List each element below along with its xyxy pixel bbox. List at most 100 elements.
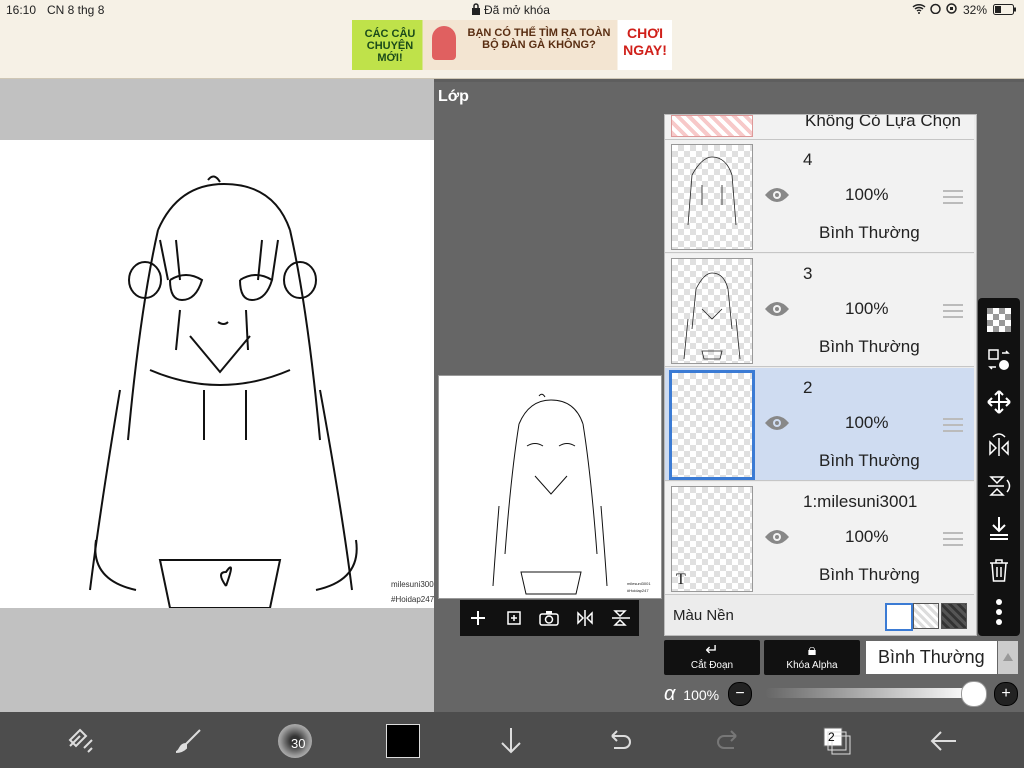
blend-mode-select[interactable]: Bình Thường [866, 641, 997, 674]
trash-icon[interactable] [985, 556, 1013, 584]
orientation-lock-icon [946, 3, 957, 17]
selection-layer-label: Không Có Lựa Chọn [805, 115, 961, 130]
convert-layer-icon[interactable] [985, 346, 1013, 374]
alpha-decrease-button[interactable]: − [728, 682, 752, 706]
watermark-tag: #Hoidap247 [391, 595, 435, 604]
lock-status-text: Đã mở khóa [484, 3, 550, 17]
blend-mode-dropdown-icon[interactable] [998, 641, 1018, 674]
merge-down-icon[interactable] [985, 514, 1013, 542]
layer-blend-mode: Bình Thường [819, 337, 920, 356]
layer-row-4[interactable]: 4 100% Bình Thường [665, 140, 974, 253]
chicken-icon [432, 26, 456, 60]
layer-row-selection[interactable]: Không Có Lựa Chọn [665, 115, 974, 140]
alpha-lock-button[interactable]: 🔒︎ Khóa Alpha [764, 640, 860, 675]
layer-thumbnail [669, 370, 755, 480]
visibility-eye-icon[interactable] [763, 413, 791, 433]
layer-opacity: 100% [845, 413, 889, 432]
lock-icon [471, 3, 481, 18]
bg-swatch-transparent[interactable] [913, 603, 939, 629]
more-options-icon[interactable] [985, 598, 1013, 626]
layer-count: 2 [828, 730, 835, 744]
layer-name: 2 [803, 378, 813, 397]
undo-icon[interactable] [602, 724, 636, 758]
alpha-symbol: α [664, 683, 676, 705]
transparency-icon[interactable] [985, 306, 1013, 334]
layer-blend-mode: Bình Thường [819, 223, 920, 242]
preview-drawing [492, 393, 608, 595]
alpha-lock-label: Khóa Alpha [786, 660, 838, 671]
ad-left-text: CÁC CÂU CHUYỆN MỚI! [364, 28, 416, 64]
layer-blend-mode: Bình Thường [819, 565, 920, 584]
color-swatch[interactable] [386, 724, 420, 758]
add-layer-copy-icon[interactable] [501, 605, 527, 631]
ad-banner[interactable]: CÁC CÂU CHUYỆN MỚI! BẠN CÓ THỂ TÌM RA TO… [352, 20, 672, 70]
alpha-increase-button[interactable]: + [994, 682, 1018, 706]
drag-handle-icon[interactable] [943, 532, 963, 550]
back-icon[interactable] [926, 724, 960, 758]
layer-name: 4 [803, 150, 813, 169]
status-time: 16:10 [6, 3, 37, 17]
ad-middle-text: BẠN CÓ THỂ TÌM RA TOÀN BỘ ĐÀN GÀ KHÔNG? [467, 27, 611, 51]
bg-swatch-dark[interactable] [941, 603, 967, 629]
transform-icon[interactable] [64, 724, 98, 758]
alpha-slider-knob[interactable] [961, 681, 987, 707]
bg-swatch-white[interactable] [885, 603, 913, 631]
layer-tools-sidebar [978, 298, 1020, 636]
preview-watermark-name: milesuni3001 [627, 581, 651, 586]
background-label: Màu Nền [673, 607, 734, 624]
visibility-eye-icon[interactable] [763, 299, 791, 319]
flip-vertical-rotate-icon[interactable] [985, 472, 1013, 500]
watermark-name: milesuni3001 [391, 580, 439, 589]
battery-percent: 32% [963, 3, 988, 17]
visibility-eye-icon[interactable] [763, 527, 791, 547]
brush-icon[interactable] [172, 724, 206, 758]
brush-size-value: 30 [291, 736, 306, 751]
layer-preview: milesuni3001 #Hoidap247 [438, 375, 662, 599]
layer-opacity: 100% [845, 185, 889, 204]
brush-size-icon[interactable]: 30 [278, 724, 312, 758]
redo-icon[interactable] [712, 724, 746, 758]
wifi-icon [912, 3, 926, 17]
text-layer-mark: T [676, 571, 686, 588]
drag-handle-icon[interactable] [943, 418, 963, 436]
layer-thumbnail [671, 258, 753, 364]
blend-mode-value: Bình Thường [878, 647, 985, 667]
layer-row-1[interactable]: T 1:milesuni3001 100% Bình Thường [665, 482, 974, 595]
battery-icon [993, 4, 1017, 18]
alarm-icon [930, 3, 941, 17]
flip-horizontal-icon[interactable] [572, 605, 598, 631]
layer-thumbnail: T [671, 486, 753, 592]
layer-opacity: 100% [845, 299, 889, 318]
clip-label: Cắt Đoạn [690, 660, 734, 671]
status-bar: 16:10 CN 8 thg 8 Đã mở khóa 32% [0, 0, 1024, 20]
drag-handle-icon[interactable] [943, 304, 963, 322]
drawing [89, 175, 358, 608]
layer-opacity: 100% [845, 527, 889, 546]
down-arrow-icon[interactable] [494, 724, 528, 758]
ad-cta[interactable]: CHƠI NGAY! [622, 25, 668, 59]
layer-row-2[interactable]: 2 100% Bình Thường [665, 368, 974, 481]
layers-icon[interactable]: 2 [820, 724, 854, 758]
panel-title: Lớp [438, 88, 469, 105]
canvas-paper[interactable]: milesuni3001 #Hoidap247 [0, 140, 460, 608]
camera-icon[interactable] [536, 605, 562, 631]
visibility-eye-icon[interactable] [763, 185, 791, 205]
drag-handle-icon[interactable] [943, 190, 963, 208]
layers-list[interactable]: Không Có Lựa Chọn 4 100% Bình Thường 3 1… [664, 114, 977, 636]
clip-arrow-icon: ↵ [705, 642, 719, 659]
alpha-label: α 100% [664, 683, 719, 706]
layer-actions-toolbar [460, 600, 639, 636]
add-layer-icon[interactable] [465, 605, 491, 631]
status-date: CN 8 thg 8 [47, 3, 105, 17]
flip-vertical-icon[interactable] [608, 605, 634, 631]
layer-thumbnail [671, 144, 753, 250]
clipping-button[interactable]: ↵ Cắt Đoạn [664, 640, 760, 675]
layer-row-3[interactable]: 3 100% Bình Thường [665, 254, 974, 367]
alpha-lock-icon: 🔒︎ [807, 642, 817, 659]
move-icon[interactable] [985, 388, 1013, 416]
selection-thumbnail [671, 115, 753, 137]
alpha-slider[interactable] [765, 688, 973, 698]
rotate-flip-icon[interactable] [985, 430, 1013, 458]
preview-watermark-tag: #Hoidap247 [627, 588, 649, 593]
alpha-value: 100% [683, 687, 720, 703]
